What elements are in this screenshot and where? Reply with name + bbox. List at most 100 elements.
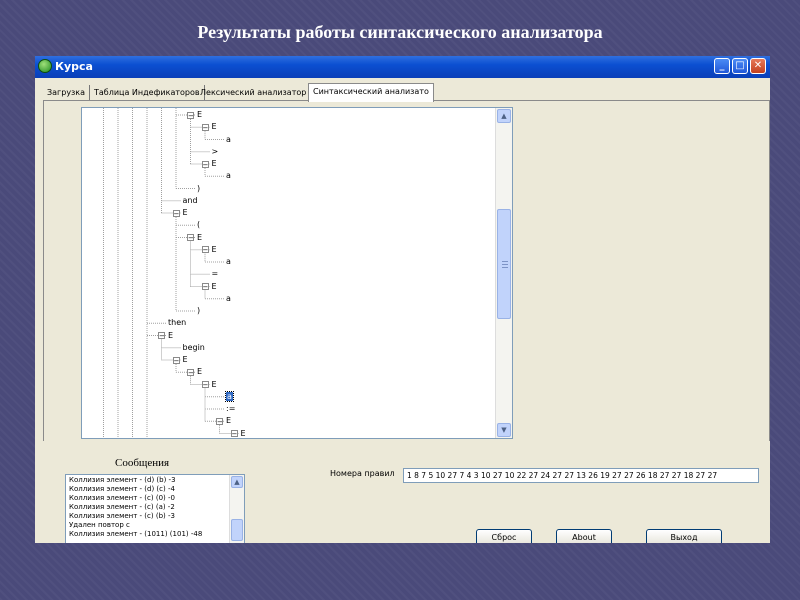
maximize-button[interactable]: □ bbox=[732, 58, 748, 74]
message-item: Коллизия элемент - (1011) (101) -48 bbox=[69, 530, 203, 538]
tree-node-label: a bbox=[226, 134, 231, 144]
tree-node[interactable]: a bbox=[226, 134, 231, 146]
tree-node[interactable]: E bbox=[183, 207, 188, 219]
about-button[interactable]: About bbox=[556, 529, 612, 543]
collapse-icon[interactable]: − bbox=[201, 160, 209, 168]
tree-node[interactable]: := bbox=[226, 403, 235, 415]
tree-node[interactable]: E bbox=[240, 428, 246, 439]
collapse-icon[interactable]: − bbox=[172, 356, 180, 364]
collapse-icon[interactable]: − bbox=[230, 430, 238, 438]
tree-node-label: a bbox=[226, 257, 231, 266]
tree-node-label: ) bbox=[197, 183, 201, 193]
app-window: Курса _ □ ✕ Загрузка Таблица Индефикатор… bbox=[35, 56, 770, 543]
tree-node[interactable]: E bbox=[212, 244, 217, 256]
tree-node-label: E bbox=[211, 244, 217, 254]
message-item: Удален повтор с bbox=[69, 521, 130, 529]
tree-node-label: := bbox=[226, 404, 236, 413]
tree-connector-lines bbox=[103, 108, 239, 438]
tree-node-label: E bbox=[211, 379, 217, 389]
tree-node[interactable]: E bbox=[212, 121, 217, 133]
tree-node[interactable]: ) bbox=[197, 183, 200, 195]
collapse-icon[interactable]: − bbox=[187, 234, 194, 242]
rules-field[interactable]: 1 8 7 5 10 27 7 4 3 10 27 10 22 27 24 27… bbox=[403, 468, 759, 483]
message-item: Коллизия элемент - (d) (c) -4 bbox=[69, 485, 175, 493]
tree-node[interactable]: E bbox=[197, 109, 202, 121]
tab-lexical-analyzer[interactable]: Лексический анализатор bbox=[196, 85, 312, 101]
tab-syntax-analyzer[interactable]: Синтаксический анализато bbox=[308, 83, 434, 102]
tree-node[interactable]: E bbox=[212, 379, 217, 391]
tree-node[interactable]: E bbox=[183, 354, 188, 366]
message-item: Коллизия элемент - (d) (b) -3 bbox=[69, 476, 176, 484]
tree-node-label: E bbox=[211, 281, 217, 291]
rules-label: Номера правил bbox=[330, 469, 395, 478]
tree-node-label: then bbox=[168, 318, 187, 328]
messages-scrollbar[interactable]: ▲ bbox=[229, 475, 244, 543]
tree-node[interactable]: then bbox=[168, 317, 186, 329]
tab-load[interactable]: Загрузка bbox=[43, 85, 91, 101]
tree-node-label: > bbox=[211, 146, 219, 156]
minimize-button[interactable]: _ bbox=[714, 58, 730, 74]
scroll-up-icon[interactable]: ▲ bbox=[231, 476, 243, 488]
reset-button[interactable]: Сброс bbox=[476, 529, 532, 543]
tree-node[interactable]: E bbox=[212, 158, 217, 170]
message-item: Коллизия элемент - (c) (a) -2 bbox=[69, 503, 175, 511]
messages-list[interactable]: Коллизия элемент - (d) (b) -3 Коллизия э… bbox=[65, 474, 245, 543]
tree-node[interactable]: E bbox=[212, 281, 217, 293]
tree-scrollbar[interactable]: ▲ ▼ bbox=[495, 108, 512, 438]
exit-button[interactable]: Выход bbox=[646, 529, 722, 543]
scroll-up-icon[interactable]: ▲ bbox=[497, 109, 511, 123]
parse-tree-view[interactable]: E − E − a > E − a) and E −(E − E − a = E − a) then E − begin E − E… bbox=[81, 107, 513, 439]
messages-scroll-thumb[interactable] bbox=[231, 519, 243, 541]
tree-node-label: E bbox=[197, 232, 203, 242]
collapse-icon[interactable]: − bbox=[216, 417, 223, 425]
tree-node[interactable]: > bbox=[212, 146, 219, 158]
title-bar[interactable]: Курса _ □ ✕ bbox=[35, 56, 770, 78]
collapse-icon[interactable]: − bbox=[172, 209, 180, 217]
message-item: Коллизия элемент - (c) (0) -0 bbox=[69, 494, 175, 502]
tree-node-label: E bbox=[168, 330, 174, 340]
tree-scroll-thumb[interactable] bbox=[497, 208, 511, 319]
window-title: Курса bbox=[55, 60, 93, 73]
tree-node[interactable]: ) bbox=[197, 305, 200, 317]
collapse-icon[interactable]: − bbox=[201, 381, 209, 389]
grip-line bbox=[502, 260, 508, 262]
tree-node-label: a bbox=[226, 293, 231, 303]
collapse-icon[interactable]: − bbox=[201, 123, 209, 131]
tree-node[interactable]: E bbox=[197, 366, 202, 378]
tree-node-label: E bbox=[240, 428, 246, 438]
tree-node[interactable]: ( bbox=[197, 219, 200, 231]
tree-node-label: a bbox=[226, 171, 231, 181]
tree-node[interactable]: and bbox=[183, 195, 198, 207]
tree-node[interactable]: a bbox=[226, 256, 231, 268]
collapse-icon[interactable]: − bbox=[201, 283, 209, 291]
grip-line bbox=[502, 266, 508, 268]
tree-node[interactable]: a bbox=[226, 170, 231, 182]
tab-identifiers-table[interactable]: Таблица Индефикаторов bbox=[90, 85, 205, 101]
tree-node-label: begin bbox=[182, 342, 205, 352]
collapse-icon[interactable]: − bbox=[187, 111, 194, 119]
tree-node[interactable]: E bbox=[197, 232, 202, 244]
collapse-icon[interactable]: − bbox=[158, 332, 165, 340]
tree-node-label: ) bbox=[197, 306, 201, 315]
collapse-icon[interactable]: − bbox=[187, 368, 194, 376]
grip-line bbox=[502, 263, 508, 265]
collapse-icon[interactable]: − bbox=[201, 246, 209, 254]
app-icon bbox=[38, 59, 52, 73]
tree-node-label: E bbox=[197, 110, 203, 119]
tree-node-label: E bbox=[182, 208, 188, 217]
tree-node[interactable]: = bbox=[212, 268, 219, 280]
tree-node[interactable]: a bbox=[225, 390, 234, 403]
tree-node[interactable]: E bbox=[168, 330, 173, 342]
tree-node-label: and bbox=[182, 195, 198, 205]
tree-node[interactable]: begin bbox=[183, 342, 205, 354]
tree-node[interactable]: a bbox=[226, 293, 231, 305]
tree-node-label: ( bbox=[197, 220, 201, 230]
message-item: Коллизия элемент - (c) (b) -3 bbox=[69, 512, 175, 520]
close-button[interactable]: ✕ bbox=[750, 58, 766, 74]
tree-node-label: a bbox=[225, 390, 234, 402]
tree-node[interactable]: E bbox=[226, 415, 231, 427]
tree-node-label: E bbox=[211, 159, 217, 168]
scroll-down-icon[interactable]: ▼ bbox=[497, 423, 511, 437]
tree-node-label: E bbox=[197, 367, 203, 377]
messages-heading: Сообщения bbox=[115, 457, 170, 469]
